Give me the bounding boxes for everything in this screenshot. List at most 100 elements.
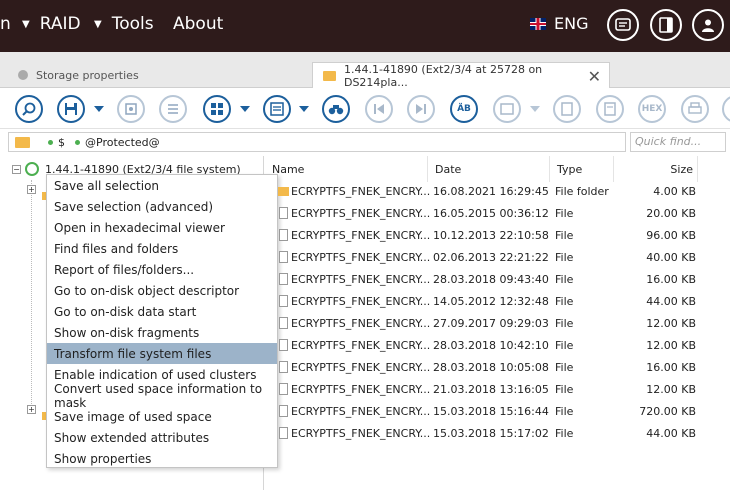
- file-size: 4.00 KB: [653, 185, 696, 198]
- column-header-size[interactable]: Size: [614, 156, 698, 182]
- table-row[interactable]: ECRYPTFS_FNEK_ENCRY... 28.03.2018 10:05:…: [265, 357, 730, 379]
- file-date: 27.09.2017 09:29:03: [433, 317, 549, 330]
- path-dot-icon: [75, 139, 80, 145]
- menu-item-raid[interactable]: ▼ RAID: [22, 14, 81, 34]
- file-date: 15.03.2018 15:17:02: [433, 427, 549, 440]
- file-icon: [279, 361, 288, 373]
- print-button[interactable]: [681, 95, 709, 123]
- table-row[interactable]: ECRYPTFS_FNEK_ENCRY... 15.03.2018 15:17:…: [265, 423, 730, 445]
- table-row[interactable]: ECRYPTFS_FNEK_ENCRY... 02.06.2013 22:21:…: [265, 247, 730, 269]
- toolbar: ÄB HEX: [0, 89, 730, 129]
- file-type: File: [555, 317, 574, 330]
- scan-button[interactable]: [15, 95, 43, 123]
- user-button[interactable]: [692, 9, 724, 41]
- more-button[interactable]: [722, 95, 730, 123]
- language-selector[interactable]: ENG: [530, 14, 588, 33]
- panel-toggle-button[interactable]: [650, 9, 682, 41]
- file-date: 15.03.2018 15:16:44: [433, 405, 549, 418]
- tree-guide-line: [31, 180, 32, 410]
- uk-flag-icon: [530, 17, 546, 30]
- hex-button[interactable]: HEX: [638, 95, 666, 123]
- file-icon: [279, 295, 288, 307]
- table-row[interactable]: ECRYPTFS_FNEK_ENCRY... 14.05.2012 12:32:…: [265, 291, 730, 313]
- preview-dropdown-caret[interactable]: [530, 106, 540, 112]
- file-size: 16.00 KB: [646, 273, 696, 286]
- details-dropdown-caret[interactable]: [299, 106, 309, 112]
- details-view-button[interactable]: [263, 95, 291, 123]
- table-row[interactable]: ECRYPTFS_FNEK_ENCRY... 21.03.2018 13:16:…: [265, 379, 730, 401]
- column-header-name[interactable]: Name: [265, 156, 428, 182]
- file-size: 12.00 KB: [646, 383, 696, 396]
- path-dot-icon: [48, 139, 53, 145]
- menu-save-all-selection[interactable]: Save all selection: [47, 175, 277, 196]
- path-segment[interactable]: $: [58, 136, 65, 149]
- table-row[interactable]: ECRYPTFS_FNEK_ENCRY... 15.03.2018 15:16:…: [265, 401, 730, 423]
- table-row[interactable]: ECRYPTFS_FNEK_ENCRY... 27.09.2017 09:29:…: [265, 313, 730, 335]
- find-button[interactable]: [322, 95, 350, 123]
- document-button[interactable]: [596, 95, 624, 123]
- column-header-type[interactable]: Type: [550, 156, 614, 182]
- list-button[interactable]: [159, 95, 187, 123]
- next-button[interactable]: [407, 95, 435, 123]
- menu-show-fragments[interactable]: Show on-disk fragments: [47, 322, 277, 343]
- file-name: ECRYPTFS_FNEK_ENCRY...: [291, 361, 431, 374]
- menu-save-image[interactable]: Save image of used space: [47, 406, 277, 427]
- partition-icon: [25, 162, 39, 176]
- file-size: 40.00 KB: [646, 251, 696, 264]
- file-size: 16.00 KB: [646, 361, 696, 374]
- storage-icon: [18, 70, 28, 80]
- settings-button[interactable]: [117, 95, 145, 123]
- grid-view-button[interactable]: [203, 95, 231, 123]
- tab-storage-properties[interactable]: Storage properties: [0, 62, 310, 88]
- table-row[interactable]: ECRYPTFS_FNEK_ENCRY... 10.12.2013 22:10:…: [265, 225, 730, 247]
- menu-item-partial[interactable]: n: [0, 14, 11, 34]
- file-type: File: [555, 273, 574, 286]
- table-row[interactable]: ECRYPTFS_FNEK_ENCRY... 16.05.2015 00:36:…: [265, 203, 730, 225]
- file-name: ECRYPTFS_FNEK_ENCRY...: [291, 229, 431, 242]
- table-row[interactable]: ECRYPTFS_FNEK_ENCRY... 28.03.2018 09:43:…: [265, 269, 730, 291]
- menu-report[interactable]: Report of files/folders...: [47, 259, 277, 280]
- next-icon: [416, 104, 426, 114]
- file-icon: [279, 383, 288, 395]
- file-type: File: [555, 229, 574, 242]
- expand-icon[interactable]: +: [27, 405, 36, 414]
- collapse-icon[interactable]: −: [12, 164, 21, 174]
- file-size: 20.00 KB: [646, 207, 696, 220]
- menu-item-about[interactable]: About: [173, 14, 223, 34]
- menu-convert-to-mask[interactable]: Convert used space information to mask: [47, 382, 277, 410]
- chat-button[interactable]: [607, 9, 639, 41]
- menu-show-extended-attributes[interactable]: Show extended attributes: [47, 427, 277, 448]
- menu-open-hex-viewer[interactable]: Open in hexadecimal viewer: [47, 217, 277, 238]
- grid-dropdown-caret[interactable]: [240, 106, 250, 112]
- path-segment[interactable]: @Protected@: [85, 136, 160, 149]
- file-date: 14.05.2012 12:32:48: [433, 295, 549, 308]
- menu-item-tools[interactable]: ▼ Tools: [94, 14, 154, 34]
- save-dropdown-caret[interactable]: [94, 106, 104, 112]
- menu-save-selection-advanced[interactable]: Save selection (advanced): [47, 196, 277, 217]
- file-icon: [279, 273, 288, 285]
- file-name: ECRYPTFS_FNEK_ENCRY...: [291, 405, 431, 418]
- close-icon[interactable]: ✕: [588, 67, 601, 86]
- case-button[interactable]: ÄB: [450, 95, 478, 123]
- quick-find-input[interactable]: Quick find...: [630, 132, 726, 152]
- previous-button[interactable]: [365, 95, 393, 123]
- path-bar[interactable]: $ @Protected@: [8, 132, 626, 152]
- menu-show-properties[interactable]: Show properties: [47, 448, 277, 469]
- file-name: ECRYPTFS_FNEK_ENCRY...: [291, 273, 431, 286]
- file-size: 44.00 KB: [646, 427, 696, 440]
- file-type: File: [555, 339, 574, 352]
- save-button[interactable]: [57, 95, 85, 123]
- file-icon: [279, 229, 288, 241]
- expand-icon[interactable]: +: [27, 185, 36, 194]
- table-row[interactable]: ECRYPTFS_FNEK_ENCRY... 28.03.2018 10:42:…: [265, 335, 730, 357]
- menu-go-to-data-start[interactable]: Go to on-disk data start: [47, 301, 277, 322]
- menu-transform-files[interactable]: Transform file system files: [47, 343, 277, 364]
- properties-button[interactable]: [553, 95, 581, 123]
- column-header-date[interactable]: Date: [428, 156, 550, 182]
- menu-find-files[interactable]: Find files and folders: [47, 238, 277, 259]
- menu-go-to-descriptor[interactable]: Go to on-disk object descriptor: [47, 280, 277, 301]
- preview-button[interactable]: [493, 95, 521, 123]
- file-type: File: [555, 361, 574, 374]
- table-row[interactable]: ECRYPTFS_FNEK_ENCRY... 16.08.2021 16:29:…: [265, 181, 730, 203]
- tab-file-system[interactable]: 1.44.1-41890 (Ext2/3/4 at 25728 on DS214…: [312, 62, 610, 89]
